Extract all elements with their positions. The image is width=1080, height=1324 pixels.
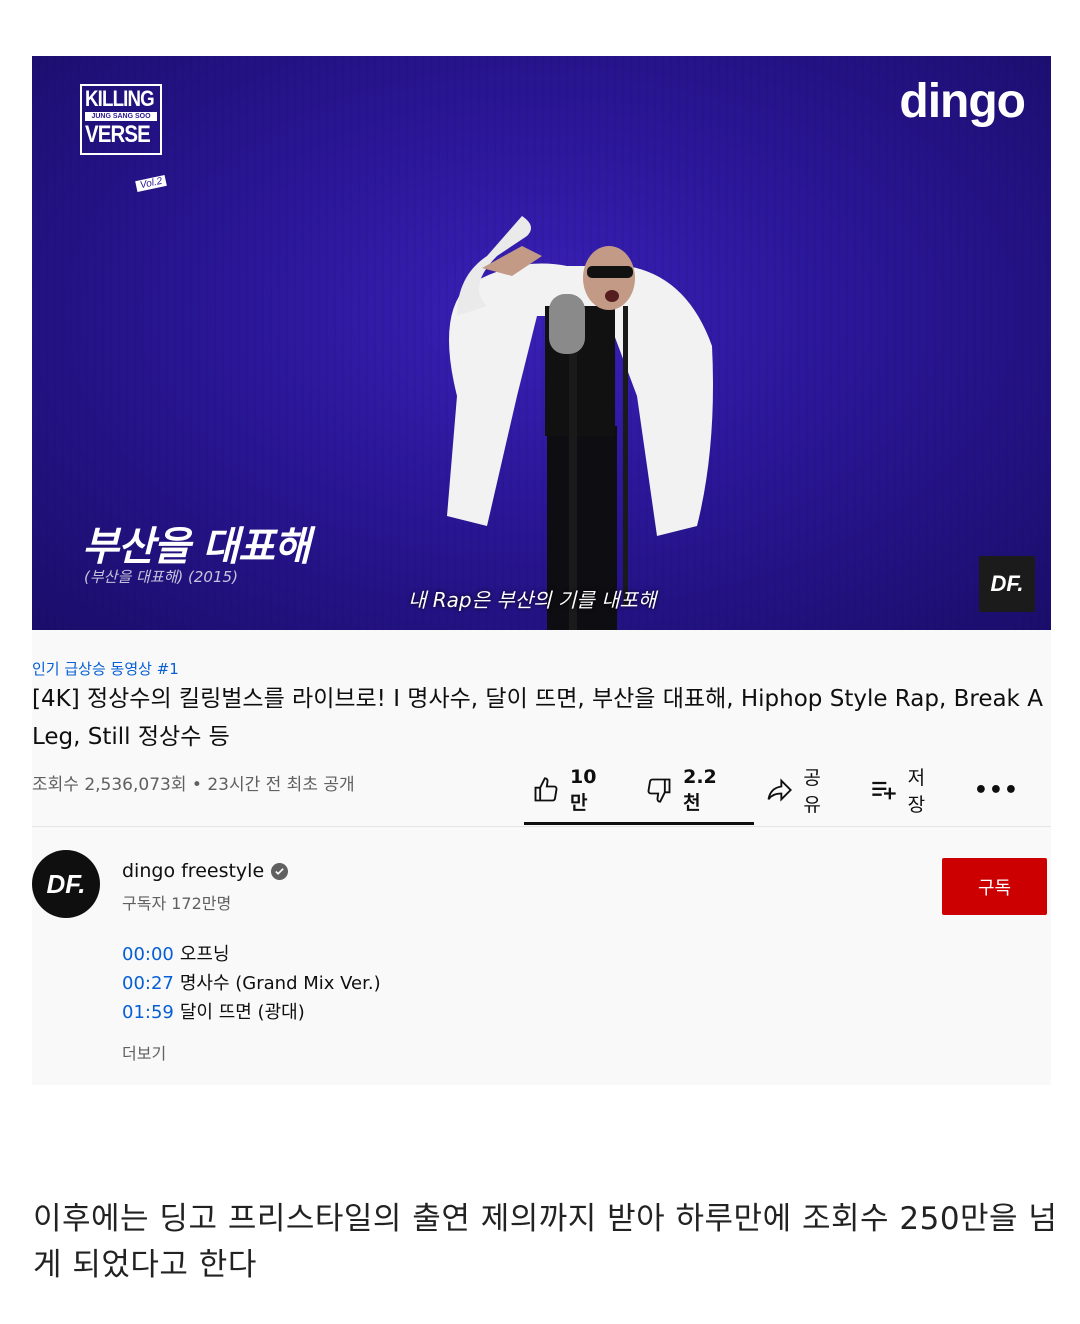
trending-badge[interactable]: 인기 급상승 동영상 #1: [32, 658, 179, 679]
share-button[interactable]: 공유: [765, 763, 837, 817]
show-more-link[interactable]: 더보기: [122, 1040, 166, 1064]
chapter-timestamp[interactable]: 01:59: [122, 1002, 174, 1023]
share-icon: [765, 776, 793, 804]
video-details: 인기 급상승 동영상 #1 [4K] 정상수의 킬링벌스를 라이브로! I 명사…: [32, 630, 1051, 1085]
song-subtitle-overlay: (부산을 대표해) (2015): [84, 568, 238, 586]
chapter-timestamp[interactable]: 00:00: [122, 944, 174, 965]
thumbs-up-icon: [532, 776, 560, 804]
chapter-item: 00:00 오프닝: [122, 940, 381, 969]
df-watermark: DF.: [979, 556, 1035, 612]
chapter-list: 00:00 오프닝 00:27 명사수 (Grand Mix Ver.) 01:59…: [122, 940, 381, 1027]
save-button[interactable]: 저장: [870, 763, 942, 817]
share-label: 공유: [803, 767, 821, 816]
section-divider: [32, 826, 1051, 827]
channel-avatar[interactable]: DF.: [32, 850, 100, 918]
lyric-caption: 내 Rap은 부산의 기를 내포해: [408, 588, 657, 612]
subscriber-count: 구독자 172만명: [122, 894, 232, 913]
chapter-label: 달이 뜨면 (광대): [179, 1002, 305, 1023]
chapter-timestamp[interactable]: 00:27: [122, 973, 174, 994]
like-button[interactable]: 10만: [532, 766, 613, 815]
view-meta: 조회수 2,536,073회 • 23시간 전 최초 공개: [32, 775, 355, 795]
save-label: 저장: [907, 767, 926, 816]
playlist-add-icon: [870, 776, 898, 804]
subscribe-button[interactable]: 구독: [942, 858, 1047, 915]
chapter-item: 00:27 명사수 (Grand Mix Ver.): [122, 969, 381, 998]
post-body-text: 이후에는 딩고 프리스타일의 출연 제의까지 받아 하루만에 조회수 250만을…: [33, 1201, 1058, 1283]
chapter-item: 01:59 달이 뜨면 (광대): [122, 998, 381, 1027]
dingo-logo: dingo: [899, 75, 1026, 128]
killing-verse-logo: KILLING JUNG SANG SOO VERSE Vol.2: [80, 84, 167, 193]
scroll-indicator: [524, 822, 754, 825]
dislike-button[interactable]: 2.2천: [645, 766, 733, 815]
logo-line-verse: VERSE: [85, 121, 151, 148]
verified-icon: [271, 862, 289, 880]
channel-name[interactable]: dingo freestyle: [122, 860, 264, 882]
thumbs-down-icon: [645, 776, 673, 804]
chapter-label: 명사수 (Grand Mix Ver.): [179, 973, 381, 994]
song-title-overlay: 부산을 대표해: [82, 524, 311, 570]
channel-name-row[interactable]: dingo freestyle: [122, 860, 289, 882]
logo-line-name: JUNG SANG SOO: [85, 112, 157, 121]
more-actions-button[interactable]: •••: [974, 778, 1019, 803]
action-bar: 10만 2.2천 공유 저장 •••: [532, 766, 1051, 816]
dislike-count: 2.2천: [683, 765, 717, 814]
like-count: 10만: [570, 765, 597, 814]
chapter-label: 오프닝: [179, 944, 230, 965]
video-title: [4K] 정상수의 킬링벌스를 라이브로! I 명사수, 달이 뜨면, 부산을 …: [32, 686, 1043, 750]
performer-figure: [447, 216, 713, 630]
logo-line-killing: KILLING: [85, 86, 155, 111]
video-player[interactable]: KILLING JUNG SANG SOO VERSE Vol.2 dingo …: [32, 56, 1051, 630]
